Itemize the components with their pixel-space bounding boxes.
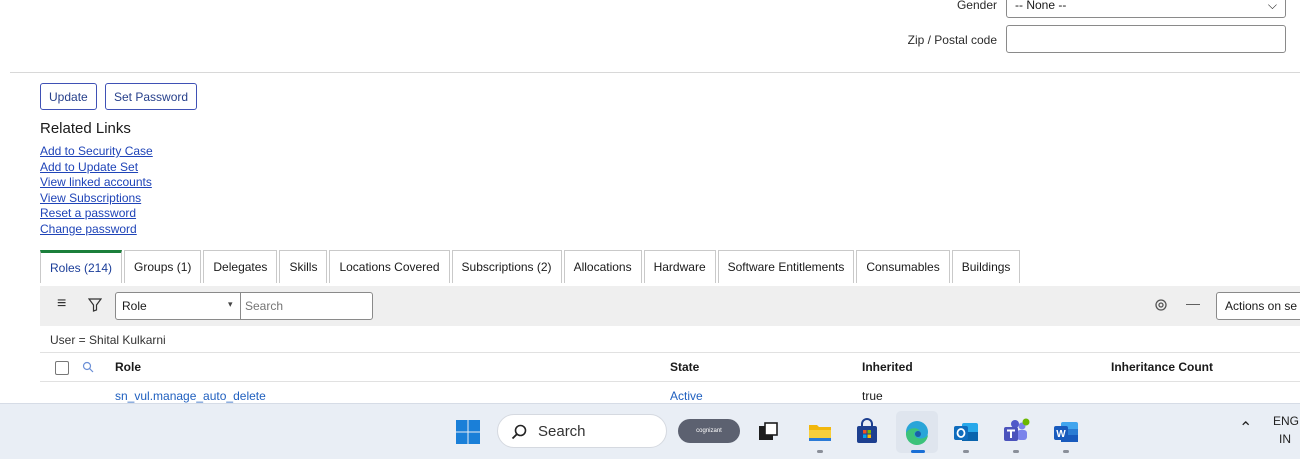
search-field-select[interactable]: Role [122,299,147,313]
word-icon[interactable]: W [1052,418,1080,446]
filter-condition[interactable]: User = Shital Kulkarni [50,333,166,347]
file-explorer-running-indicator [817,450,823,453]
related-links-list: Add to Security Case Add to Update Set V… [40,144,153,237]
cognizant-badge[interactable]: cognizant [678,419,740,443]
search-separator [240,293,241,319]
search-icon[interactable] [82,361,94,373]
tab-buildings[interactable]: Buildings [951,250,1021,283]
gear-icon[interactable] [1154,298,1168,312]
gender-select[interactable]: -- None -- ⌵ [1006,0,1286,18]
tab-consumables[interactable]: Consumables [856,250,950,283]
tab-groups[interactable]: Groups (1) [124,250,202,283]
tab-software-entitlements[interactable]: Software Entitlements [717,250,855,283]
filter-icon[interactable] [88,298,102,312]
related-link-add-security-case[interactable]: Add to Security Case [40,144,153,160]
tab-delegates[interactable]: Delegates [203,250,278,283]
zip-field[interactable] [1006,25,1286,53]
hamburger-menu-icon[interactable]: ≡ [57,295,66,313]
gender-select-value: -- None -- [1015,0,1067,12]
related-links-title: Related Links [40,120,131,137]
teams-icon[interactable] [1002,418,1030,446]
related-link-add-update-set[interactable]: Add to Update Set [40,160,153,176]
role-link[interactable]: sn_vul.manage_auto_delete [115,389,266,403]
outlook-icon[interactable] [952,418,980,446]
related-link-reset-password[interactable]: Reset a password [40,206,153,222]
language-indicator-bottom[interactable]: IN [1279,432,1291,446]
table-header-row: Role State Inherited Inheritance Count [40,353,1300,382]
chevron-up-icon[interactable]: ⌃ [1239,418,1252,438]
microsoft-store-icon[interactable] [853,418,881,446]
list-search-input[interactable] [243,295,367,317]
word-running-indicator [1063,450,1069,453]
task-view-icon[interactable] [754,418,782,446]
tab-skills[interactable]: Skills [279,250,328,283]
windows-start-icon[interactable] [454,418,482,446]
related-link-view-subscriptions[interactable]: View Subscriptions [40,191,153,207]
taskbar-search[interactable]: Search [497,414,667,448]
search-icon [511,424,527,440]
related-link-change-password[interactable]: Change password [40,222,153,238]
related-link-view-linked-accounts[interactable]: View linked accounts [40,175,153,191]
filter-breadcrumb: User = Shital Kulkarni [40,326,1300,353]
tab-subscriptions[interactable]: Subscriptions (2) [451,250,562,283]
svg-text:W: W [1056,429,1066,440]
gender-label: Gender [956,0,997,12]
actions-select[interactable]: Actions on se [1216,292,1300,320]
taskbar-search-label: Search [538,423,586,440]
inherited-value: true [862,389,883,403]
tab-locations-covered[interactable]: Locations Covered [329,250,450,283]
column-header-inherited[interactable]: Inherited [862,360,913,374]
file-explorer-icon[interactable] [806,418,834,446]
tab-hardware[interactable]: Hardware [643,250,716,283]
teams-running-indicator [1013,450,1019,453]
state-value: Active [670,389,703,403]
column-header-inheritance-count[interactable]: Inheritance Count [1111,360,1213,374]
list-toolbar: ≡ Role ▾ — Actions on se [40,286,1300,326]
outlook-running-indicator [963,450,969,453]
select-all-checkbox[interactable] [55,361,69,375]
language-indicator-top[interactable]: ENG [1273,414,1299,428]
caret-down-icon: ▾ [228,299,233,309]
form-divider [10,72,1300,73]
update-button[interactable]: Update [40,83,97,110]
column-header-role[interactable]: Role [115,360,141,374]
chevron-down-icon: ⌵ [1267,0,1277,12]
set-password-button[interactable]: Set Password [105,83,198,110]
collapse-icon[interactable]: — [1186,295,1200,311]
edge-active-indicator [911,450,925,453]
related-list-tabs: Roles (214) Groups (1) Delegates Skills … [40,250,1022,283]
windows-taskbar: Search cognizant W ⌃ ENG IN [0,403,1300,459]
tab-roles[interactable]: Roles (214) [40,250,123,283]
edge-browser-icon[interactable] [903,418,931,446]
tab-allocations[interactable]: Allocations [563,250,642,283]
zip-label: Zip / Postal code [907,33,997,47]
list-search-group: Role ▾ [115,292,373,320]
column-header-state[interactable]: State [670,360,699,374]
